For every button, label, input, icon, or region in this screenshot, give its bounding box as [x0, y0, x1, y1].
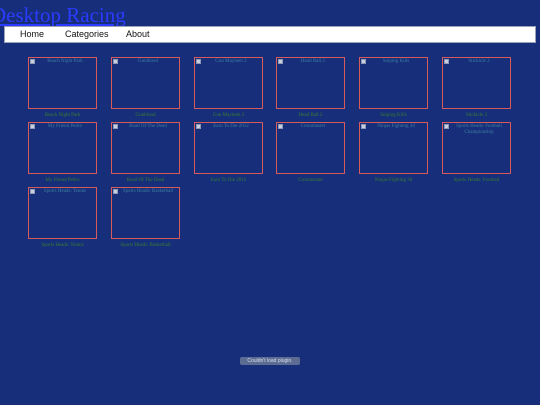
- thumbnail-alt-text: Sports Heads: Basketball: [122, 189, 174, 194]
- thumbnail-alt-text: Head Ball 2: [301, 59, 325, 64]
- game-thumbnail[interactable]: Sniping Kills: [359, 57, 428, 109]
- plugin-error-message: Couldn't load plugin.: [240, 357, 300, 365]
- game-tile[interactable]: Head Ball 2 Head Ball 2: [276, 57, 345, 119]
- thumbnail-alt-text: Earn To Die 2012: [213, 124, 249, 129]
- nav-categories[interactable]: Categories: [65, 28, 109, 41]
- game-caption[interactable]: Earn To Die 2012: [194, 178, 263, 184]
- game-tile[interactable]: Gunblood Gunblood: [111, 57, 180, 119]
- game-caption[interactable]: Crossmaster: [276, 178, 345, 184]
- nav-home[interactable]: Home: [20, 28, 44, 41]
- game-tile[interactable]: Sports Heads: Football Championship Spor…: [442, 122, 511, 184]
- game-caption[interactable]: Stickicle 2: [442, 113, 511, 119]
- game-tile[interactable]: Crossmaster Crossmaster: [276, 122, 345, 184]
- game-thumbnail[interactable]: Stickicle 2: [442, 57, 511, 109]
- game-caption[interactable]: Sniping Kills: [359, 113, 428, 119]
- nav-about[interactable]: About: [126, 28, 150, 41]
- game-caption[interactable]: Ninjas Fighting 3d: [359, 178, 428, 184]
- thumbnail-alt-text: Stickicle 2: [468, 59, 490, 64]
- thumbnail-alt-text: Gunblood: [138, 59, 158, 64]
- thumbnail-alt-text: Road Of The Dead: [129, 124, 167, 129]
- game-thumbnail[interactable]: My Friend Pedro: [28, 122, 97, 174]
- game-caption[interactable]: Beach Night Park: [28, 113, 97, 119]
- game-caption[interactable]: Head Ball 2: [276, 113, 345, 119]
- game-tile[interactable]: Stickicle 2 Stickicle 2: [442, 57, 511, 119]
- game-thumbnail[interactable]: Road Of The Dead: [111, 122, 180, 174]
- game-tile[interactable]: Sports Heads: Tennis Sports Heads: Tenni…: [28, 187, 97, 249]
- game-thumbnail[interactable]: Gun Mayhem 2: [194, 57, 263, 109]
- nav-bar: Home Categories About: [4, 26, 536, 43]
- thumbnail-alt-text: Sports Heads: Tennis: [43, 189, 87, 194]
- game-caption[interactable]: Sports Heads: Basketball: [111, 243, 180, 249]
- game-thumbnail[interactable]: Head Ball 2: [276, 57, 345, 109]
- game-tile[interactable]: Ninjas Fighting 3d Ninjas Fighting 3d: [359, 122, 428, 184]
- game-thumbnail[interactable]: Sports Heads: Tennis: [28, 187, 97, 239]
- thumbnail-alt-text: Beach Night Park: [47, 59, 83, 64]
- game-tile[interactable]: Sports Heads: Basketball Sports Heads: B…: [111, 187, 180, 249]
- thumbnail-alt-text: Sniping Kills: [382, 59, 410, 64]
- thumbnail-alt-text: My Friend Pedro: [47, 124, 83, 129]
- game-tile[interactable]: Road Of The Dead Road Of The Dead: [111, 122, 180, 184]
- game-caption[interactable]: Sports Heads: Tennis: [28, 243, 97, 249]
- game-tile[interactable]: Sniping Kills Sniping Kills: [359, 57, 428, 119]
- game-caption[interactable]: Gunblood: [111, 113, 180, 119]
- game-thumbnail[interactable]: Beach Night Park: [28, 57, 97, 109]
- site-title-link[interactable]: Desktop Racing: [0, 3, 126, 27]
- game-caption[interactable]: Gun Mayhem 2: [194, 113, 263, 119]
- game-caption[interactable]: Road Of The Dead: [111, 178, 180, 184]
- game-tile[interactable]: Beach Night Park Beach Night Park: [28, 57, 97, 119]
- thumbnail-alt-text: Sports Heads: Football Championship: [456, 124, 502, 135]
- thumbnail-alt-text: Ninjas Fighting 3d: [377, 124, 415, 129]
- thumbnail-alt-text: Crossmaster: [300, 124, 326, 129]
- thumbnail-alt-text: Gun Mayhem 2: [215, 59, 247, 64]
- game-caption[interactable]: Sports Heads: Football: [442, 178, 511, 184]
- game-thumbnail[interactable]: Crossmaster: [276, 122, 345, 174]
- game-thumbnail[interactable]: Sports Heads: Basketball: [111, 187, 180, 239]
- game-thumbnail[interactable]: Gunblood: [111, 57, 180, 109]
- game-tile[interactable]: My Friend Pedro My Friend Pedro: [28, 122, 97, 184]
- game-thumbnail[interactable]: Sports Heads: Football Championship: [442, 122, 511, 174]
- game-tile[interactable]: Earn To Die 2012 Earn To Die 2012: [194, 122, 263, 184]
- game-caption[interactable]: My Friend Pedro: [28, 178, 97, 184]
- game-thumbnail[interactable]: Ninjas Fighting 3d: [359, 122, 428, 174]
- game-tile[interactable]: Gun Mayhem 2 Gun Mayhem 2: [194, 57, 263, 119]
- game-thumbnail[interactable]: Earn To Die 2012: [194, 122, 263, 174]
